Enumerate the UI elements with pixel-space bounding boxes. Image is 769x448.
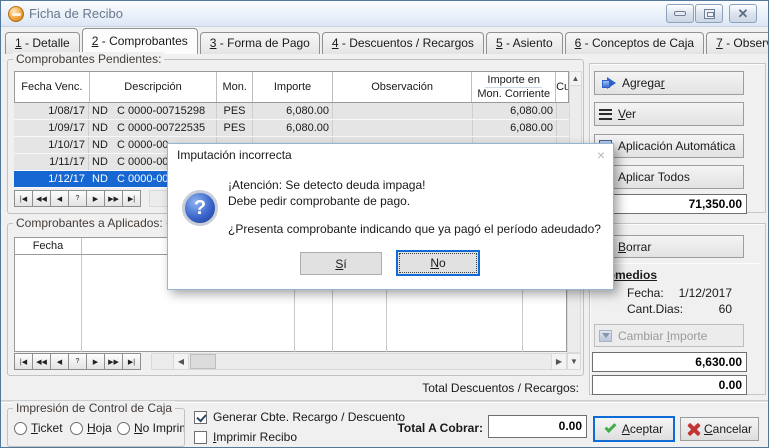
- table-row[interactable]: 1/08/17 ND C 0000-00715298 PES 6,080.00 …: [14, 103, 569, 120]
- aceptar-button[interactable]: Aceptar: [593, 416, 675, 442]
- aplicados-navigator: |◀ ◀◀ ◀ ? ▶ ▶▶ ▶|: [14, 353, 140, 370]
- column-header-extra[interactable]: Cu: [556, 72, 568, 102]
- total-descuentos-field[interactable]: 0.00: [592, 375, 747, 395]
- tab-conceptos-de-caja[interactable]: 6 - Conceptos de Caja: [565, 32, 704, 54]
- aplicados-group-label: Comprobantes a Aplicados:: [13, 216, 166, 230]
- nav-fast-prev-icon[interactable]: ◀◀: [32, 353, 51, 370]
- imprimir-recibo-checkbox[interactable]: Imprimir Recibo: [194, 430, 297, 444]
- window-title: Ficha de Recibo: [29, 6, 123, 21]
- column-header-importe[interactable]: Importe: [253, 72, 333, 102]
- agregar-button[interactable]: Agregar: [594, 71, 744, 95]
- table-row[interactable]: 1/09/17 ND C 0000-00722535 PES 6,080.00 …: [14, 120, 569, 137]
- yes-button[interactable]: Sí: [300, 252, 382, 275]
- dialog-close-icon[interactable]: ×: [597, 148, 605, 162]
- nav-first-icon[interactable]: |◀: [14, 190, 33, 207]
- check-icon: [604, 421, 616, 433]
- aplicar-todos-button[interactable]: Aplicar Todos: [594, 165, 744, 189]
- close-button[interactable]: ✕: [729, 4, 757, 23]
- x-icon: [687, 423, 698, 436]
- column-header-descripcion[interactable]: Descripción: [90, 72, 218, 102]
- nav-refresh-icon[interactable]: ?: [68, 353, 87, 370]
- app-icon: [8, 6, 24, 22]
- nav-fast-next-icon[interactable]: ▶▶: [104, 190, 123, 207]
- tab-detalle[interactable]: 1 - Detalle: [5, 32, 80, 54]
- tab-observacion[interactable]: 7 - Observación: [706, 32, 769, 54]
- cant-dias-value: 60: [690, 302, 732, 316]
- scroll-up-icon[interactable]: ▲: [569, 71, 582, 86]
- dialog-message-line2: Debe pedir comprobante de pago.: [228, 194, 410, 208]
- dialog-title: Imputación incorrecta: [177, 148, 292, 162]
- scroll-left-icon[interactable]: ◀: [173, 353, 189, 370]
- radio-hoja[interactable]: Hoja: [70, 421, 112, 435]
- nav-next-icon[interactable]: ▶: [86, 353, 105, 370]
- tab-comprobantes[interactable]: 2 - Comprobantes: [82, 28, 198, 54]
- add-arrow-icon: [607, 77, 616, 89]
- pendientes-grid-header: Fecha Venc. Descripción Mon. Importe Obs…: [14, 71, 569, 103]
- cambiar-importe-button[interactable]: Cambiar Importe: [594, 324, 744, 347]
- dialog-question: ¿Presenta comprobante indicando que ya p…: [228, 222, 601, 236]
- dialog-message-line1: ¡Atención: Se detecto deuda impaga!: [228, 178, 425, 192]
- radio-ticket[interactable]: Ticket: [14, 421, 63, 435]
- radio-icon: [70, 422, 83, 435]
- promedio-importe-field[interactable]: 6,630.00: [592, 352, 747, 372]
- message-dialog: Imputación incorrecta × ? ¡Atención: Se …: [167, 143, 614, 290]
- total-a-cobrar-label: Total A Cobrar:: [361, 421, 483, 435]
- cant-dias-label: Cant.Dias:: [627, 302, 683, 316]
- radio-icon: [14, 422, 27, 435]
- tab-bar: 1 - Detalle 2 - Comprobantes 3 - Forma d…: [5, 28, 767, 54]
- borrar-button[interactable]: Borrar: [594, 235, 744, 258]
- nav-last-icon[interactable]: ▶|: [122, 353, 141, 370]
- restore-button[interactable]: [695, 4, 723, 23]
- title-bar: Ficha de Recibo ✕: [1, 1, 769, 27]
- restore-icon: [704, 9, 715, 19]
- app-window: Ficha de Recibo ✕ 1 - Detalle 2 - Compro…: [0, 0, 769, 448]
- checkbox-icon: [194, 431, 207, 444]
- column-header-importe-mon-corriente[interactable]: Importe enMon. Corriente: [472, 72, 556, 102]
- change-amount-icon: [599, 330, 612, 342]
- nav-fast-next-icon[interactable]: ▶▶: [104, 353, 123, 370]
- tab-asiento[interactable]: 5 - Asiento: [486, 32, 563, 54]
- total-a-cobrar-field[interactable]: 0.00: [488, 415, 587, 438]
- scroll-right-icon[interactable]: ▶: [551, 353, 567, 370]
- tab-descuentos-recargos[interactable]: 4 - Descuentos / Recargos: [322, 32, 484, 54]
- nav-prev-icon[interactable]: ◀: [50, 190, 69, 207]
- ver-button[interactable]: Ver: [594, 102, 744, 126]
- pendientes-group-label: Comprobantes Pendientes:: [13, 52, 164, 66]
- nav-last-icon[interactable]: ▶|: [122, 190, 141, 207]
- total-pendientes-field[interactable]: 71,350.00: [592, 194, 747, 214]
- minimize-icon: [674, 11, 686, 16]
- nav-fast-prev-icon[interactable]: ◀◀: [32, 190, 51, 207]
- nav-refresh-icon[interactable]: ?: [68, 190, 87, 207]
- fecha-label: Fecha:: [627, 286, 664, 300]
- promedios-panel: Borrar Promedios Fecha: 1/12/2017 Cant.D…: [589, 223, 766, 395]
- tab-forma-de-pago[interactable]: 3 - Forma de Pago: [200, 32, 320, 54]
- column-header-fecha[interactable]: Fecha: [15, 238, 82, 254]
- list-icon: [599, 109, 612, 120]
- question-icon: ?: [182, 190, 218, 226]
- pendientes-actions-panel: Agregar Ver Aplicación Automática Aplica…: [589, 63, 766, 213]
- nav-prev-icon[interactable]: ◀: [50, 353, 69, 370]
- hscroll-thumb[interactable]: [190, 354, 216, 369]
- dialog-title-bar: Imputación incorrecta ×: [168, 144, 613, 166]
- scroll-down-icon[interactable]: ▼: [567, 353, 581, 370]
- checkbox-checked-icon: [194, 411, 207, 424]
- pendientes-navigator: |◀ ◀◀ ◀ ? ▶ ▶▶ ▶|: [14, 190, 140, 207]
- column-header-observacion[interactable]: Observación: [333, 72, 473, 102]
- aplicacion-automatica-button[interactable]: Aplicación Automática: [594, 134, 744, 158]
- column-header-mon[interactable]: Mon.: [217, 72, 253, 102]
- radio-icon: [117, 422, 130, 435]
- total-descuentos-label: Total Descuentos / Recargos:: [251, 381, 579, 395]
- cancelar-button[interactable]: Cancelar: [680, 417, 759, 441]
- radio-no-imprimir[interactable]: No Imprimir: [117, 421, 184, 435]
- fecha-value: 1/12/2017: [670, 286, 732, 300]
- nav-next-icon[interactable]: ▶: [86, 190, 105, 207]
- column-header-fecha-venc[interactable]: Fecha Venc.: [15, 72, 90, 102]
- minimize-button[interactable]: [666, 4, 694, 23]
- no-button[interactable]: No: [396, 250, 480, 276]
- nav-first-icon[interactable]: |◀: [14, 353, 33, 370]
- divider: [593, 263, 759, 264]
- close-icon: ✕: [738, 7, 749, 20]
